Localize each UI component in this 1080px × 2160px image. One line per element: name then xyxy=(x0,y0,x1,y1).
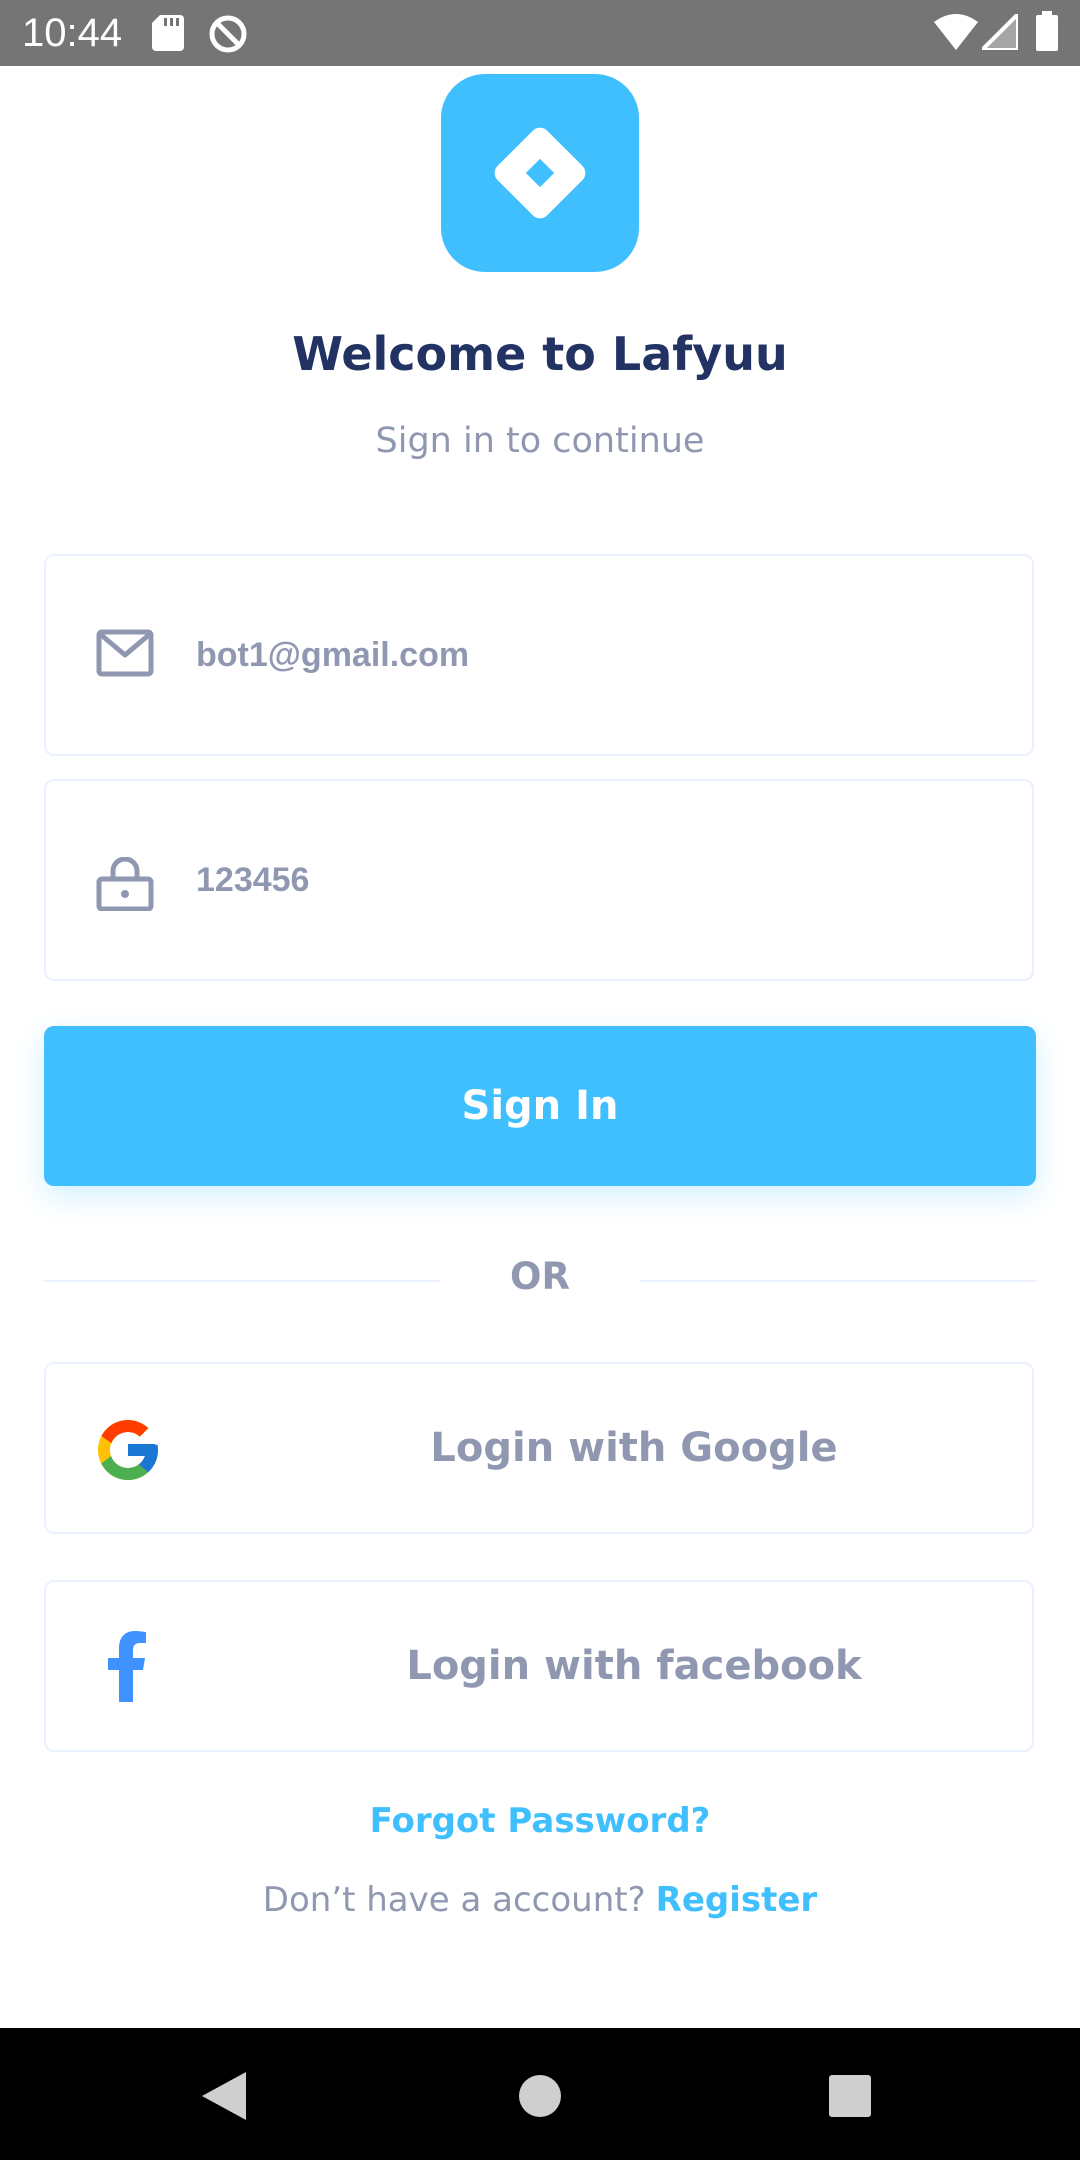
back-icon[interactable] xyxy=(202,2072,246,2124)
diamond-logo-icon xyxy=(494,127,586,219)
divider-left xyxy=(44,1280,440,1282)
sd-card-icon xyxy=(152,15,184,55)
register-row: Don’t have a account? Register xyxy=(0,1872,1080,1928)
facebook-icon xyxy=(104,1630,148,1706)
page-subtitle: Sign in to continue xyxy=(375,421,705,461)
app-logo xyxy=(441,74,639,272)
login-facebook-button[interactable]: Login with facebook xyxy=(44,1580,1034,1752)
mail-icon xyxy=(96,629,154,681)
lock-icon xyxy=(96,856,154,915)
email-input[interactable] xyxy=(196,624,996,686)
battery-icon xyxy=(1036,11,1058,55)
sign-in-button[interactable]: Sign In xyxy=(44,1026,1036,1186)
status-time: 10:44 xyxy=(22,11,123,55)
login-google-label: Login with Google xyxy=(430,1425,838,1471)
no-account-text: Don’t have a account? xyxy=(262,1880,646,1920)
google-icon xyxy=(92,1414,164,1490)
divider-right xyxy=(640,1280,1036,1282)
login-facebook-label: Login with facebook xyxy=(406,1643,862,1689)
password-field[interactable]: 123456 xyxy=(44,779,1034,981)
signal-icon xyxy=(980,12,1020,54)
or-label: OR xyxy=(510,1255,570,1298)
home-icon[interactable] xyxy=(518,2074,562,2122)
password-value[interactable]: 123456 xyxy=(196,849,996,911)
login-google-button[interactable]: Login with Google xyxy=(44,1362,1034,1534)
recents-icon[interactable] xyxy=(828,2074,872,2122)
do-not-disturb-icon xyxy=(208,14,248,58)
forgot-password-link[interactable]: Forgot Password? xyxy=(0,1794,1080,1848)
navigation-bar xyxy=(0,2028,1080,2160)
register-link[interactable]: Register xyxy=(656,1880,818,1920)
page-title: Welcome to Lafyuu xyxy=(292,327,788,381)
email-field[interactable] xyxy=(44,554,1034,756)
wifi-icon xyxy=(934,14,978,54)
status-bar: 10:44 xyxy=(0,0,1080,66)
